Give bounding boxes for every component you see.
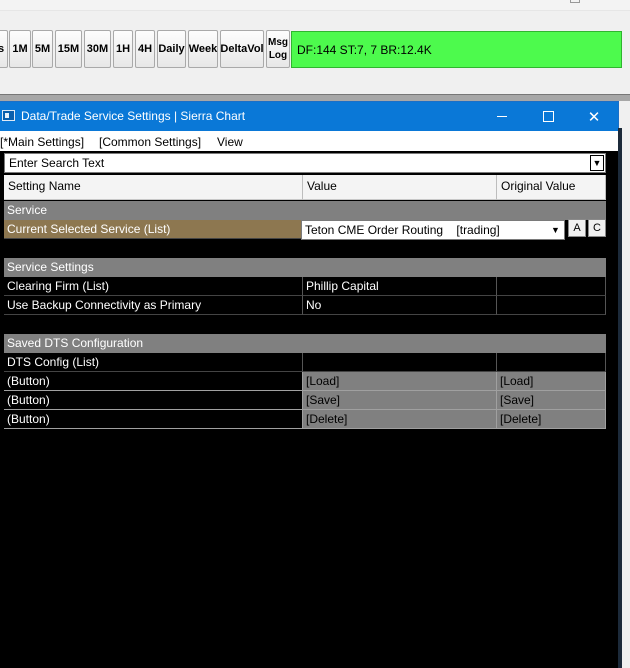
save-original-value: [Save] [497, 391, 606, 410]
msg-log-line2: Log [268, 50, 288, 61]
dialog-title: Data/Trade Service Settings | Sierra Cha… [21, 109, 246, 123]
cancel-c-button[interactable]: C [588, 219, 606, 237]
row-backup-connectivity[interactable]: Use Backup Connectivity as Primary No [4, 296, 606, 315]
close-icon: ✕ [587, 108, 601, 126]
msg-log-button[interactable]: Msg Log [266, 30, 290, 68]
delete-original-value: [Delete] [497, 410, 606, 429]
row-clearing-firm[interactable]: Clearing Firm (List) Phillip Capital [4, 277, 606, 296]
setting-original-value [497, 277, 606, 296]
apply-a-button[interactable]: A [568, 219, 586, 237]
minimize-icon [497, 116, 507, 117]
row-delete-button[interactable]: (Button) [Delete] [Delete] [4, 410, 606, 429]
app-window-icon [2, 110, 15, 121]
row-save-button[interactable]: (Button) [Save] [Save] [4, 391, 606, 410]
minimize-button[interactable] [479, 102, 525, 131]
setting-value[interactable]: Phillip Capital [303, 277, 497, 296]
load-original-value: [Load] [497, 372, 606, 391]
section-service-settings: Service Settings [4, 258, 606, 277]
setting-original-value [497, 353, 606, 372]
delete-button[interactable]: [Delete] [303, 410, 497, 429]
chevron-down-icon[interactable]: ▼ [590, 155, 604, 171]
header-setting-name[interactable]: Setting Name [4, 175, 303, 200]
row-load-button[interactable]: (Button) [Load] [Load] [4, 372, 606, 391]
toolbar-button-deltavol[interactable]: DeltaVol [220, 30, 264, 68]
toolbar-button-week[interactable]: Week [188, 30, 218, 68]
section-saved-dts: Saved DTS Configuration [4, 334, 606, 353]
setting-name: (Button) [4, 372, 303, 391]
close-button[interactable]: ✕ [571, 102, 617, 131]
setting-name[interactable]: Use Backup Connectivity as Primary [4, 296, 303, 315]
maximize-icon [542, 111, 554, 122]
chart-area-divider [0, 94, 630, 101]
section-label: Saved DTS Configuration [7, 336, 144, 350]
setting-name[interactable]: DTS Config (List) [4, 353, 303, 372]
header-value[interactable]: Value [303, 175, 497, 200]
service-select[interactable]: Teton CME Order Routing [trading] ▼ [301, 220, 565, 240]
setting-name: (Button) [4, 391, 303, 410]
toolbar-button-1m[interactable]: 1M [9, 30, 31, 68]
toolbar-button-5m[interactable]: 5M [32, 30, 53, 68]
msg-log-line1: Msg [268, 37, 288, 48]
background-window-dark-edge [618, 128, 622, 668]
chart-toolbar: s 1M 5M 15M 30M 1H 4H Daily Week DeltaVo… [0, 28, 630, 72]
status-indicator: DF:144 ST:7, 7 BR:12.4K [291, 31, 622, 68]
setting-value[interactable] [303, 353, 497, 372]
menu-view[interactable]: View [217, 135, 243, 149]
search-box[interactable]: ▼ [4, 153, 606, 173]
section-label: Service Settings [7, 260, 94, 274]
header-original-value[interactable]: Original Value [497, 175, 606, 200]
setting-original-value [497, 296, 606, 315]
menu-common-settings[interactable]: [Common Settings] [99, 135, 201, 149]
toolbar-button-4h[interactable]: 4H [135, 30, 155, 68]
setting-name[interactable]: Current Selected Service (List) [4, 220, 303, 239]
toolbar-button-1h[interactable]: 1H [113, 30, 133, 68]
toolbar-button-15m[interactable]: 15M [55, 30, 82, 68]
load-button[interactable]: [Load] [303, 372, 497, 391]
dialog-titlebar[interactable]: Data/Trade Service Settings | Sierra Cha… [0, 102, 618, 131]
grid-header: Setting Name Value Original Value [4, 175, 606, 200]
section-label: Service [7, 203, 48, 217]
toolbar-button-daily[interactable]: Daily [157, 30, 186, 68]
menu-main-settings[interactable]: [*Main Settings] [0, 135, 84, 149]
chevron-down-icon[interactable]: ▼ [549, 223, 562, 237]
maximize-button[interactable] [525, 102, 571, 131]
dialog-menubar: [*Main Settings] [Common Settings] View [0, 131, 618, 151]
row-dts-config[interactable]: DTS Config (List) [4, 353, 606, 372]
setting-name: (Button) [4, 410, 303, 429]
maximize-icon[interactable] [570, 0, 580, 3]
save-button[interactable]: [Save] [303, 391, 497, 410]
setting-value[interactable]: No [303, 296, 497, 315]
toolbar-button-30m[interactable]: 30M [84, 30, 111, 68]
top-strip [0, 0, 630, 11]
section-service: Service [4, 201, 606, 220]
toolbar-button-partial[interactable]: s [0, 30, 8, 68]
search-input[interactable] [5, 154, 589, 172]
service-select-value: Teton CME Order Routing [trading] [305, 223, 500, 237]
settings-dialog: Data/Trade Service Settings | Sierra Cha… [0, 102, 618, 668]
setting-name[interactable]: Clearing Firm (List) [4, 277, 303, 296]
